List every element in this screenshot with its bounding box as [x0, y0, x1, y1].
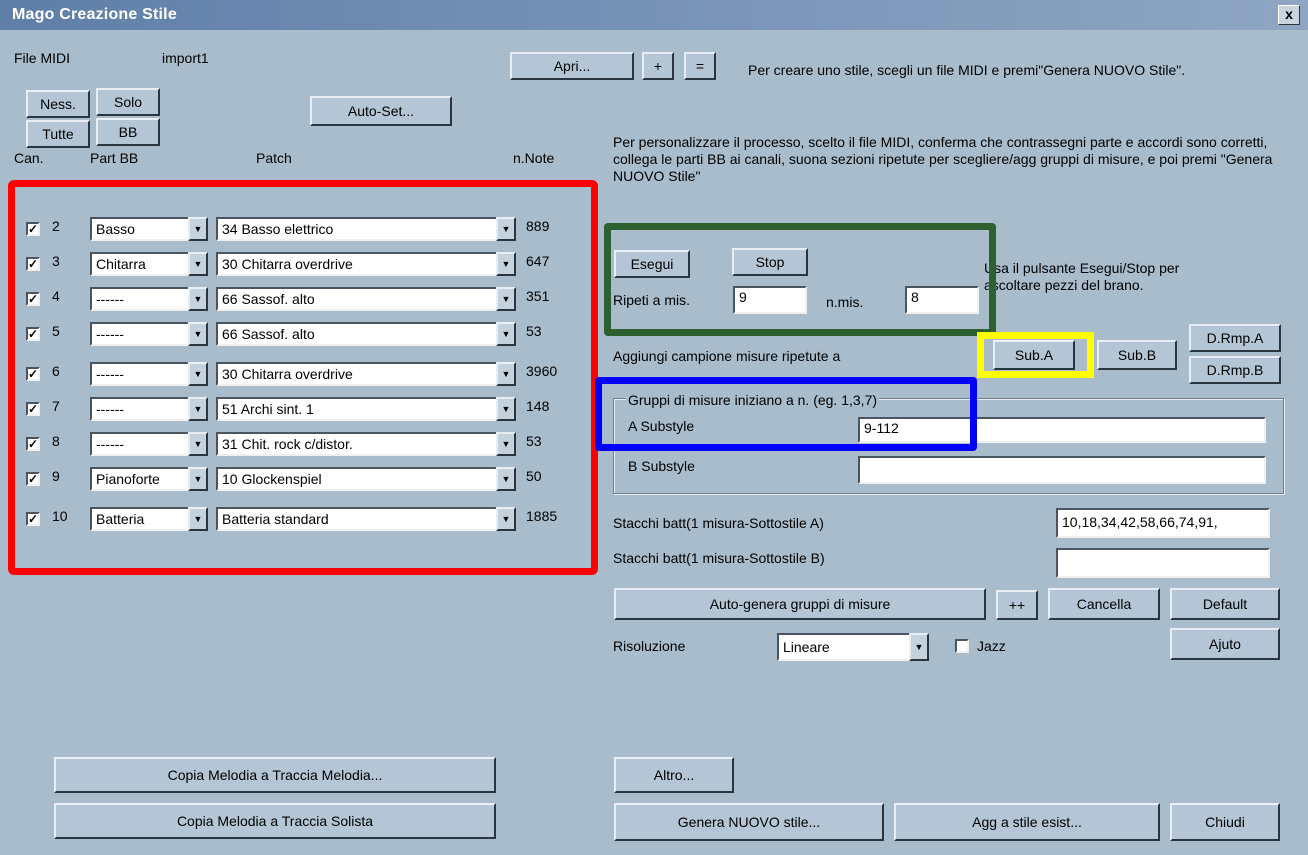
info-text: Per personalizzare il processo, scelto i…: [613, 134, 1273, 184]
playback-hint: Usa il pulsante Esegui/Stop per ascoltar…: [984, 260, 1180, 293]
select-solo-button[interactable]: Solo: [96, 88, 160, 116]
plusplus-button[interactable]: ++: [996, 590, 1038, 620]
default-button[interactable]: Default: [1170, 588, 1280, 620]
highlight-sub-a-box: [977, 332, 1094, 378]
close-button[interactable]: Chiudi: [1170, 803, 1280, 841]
file-midi-label: File MIDI: [14, 50, 70, 66]
sub-b-button[interactable]: Sub.B: [1097, 340, 1177, 370]
column-header-channel: Can.: [14, 150, 44, 166]
close-icon[interactable]: x: [1278, 5, 1300, 25]
auto-generate-groups-button[interactable]: Auto-genera gruppi di misure: [614, 588, 986, 620]
other-button[interactable]: Altro...: [614, 757, 734, 793]
copy-melody-button[interactable]: Copia Melodia a Traccia Melodia...: [54, 757, 496, 793]
drum-breaks-a-input[interactable]: 10,18,34,42,58,66,74,91,: [1056, 508, 1270, 538]
select-bb-button[interactable]: BB: [96, 118, 160, 146]
drum-ramp-b-button[interactable]: D.Rmp.B: [1189, 356, 1281, 384]
chevron-down-icon: ▼: [909, 633, 929, 661]
drum-breaks-b-label: Stacchi batt(1 misura-Sottostile B): [613, 550, 825, 566]
plus-button[interactable]: +: [642, 52, 674, 80]
drum-breaks-b-input[interactable]: [1056, 548, 1270, 578]
auto-set-button[interactable]: Auto-Set...: [310, 96, 452, 126]
file-name: import1: [162, 50, 209, 66]
equal-button[interactable]: =: [684, 52, 716, 80]
resolution-select[interactable]: Lineare ▼: [777, 633, 929, 661]
highlight-channels-box: [8, 180, 598, 575]
window-title-bar: Mago Creazione Stile: [0, 0, 1308, 30]
highlight-a-substyle-box: [595, 377, 977, 451]
add-sample-label: Aggiungi campione misure ripetute a: [613, 348, 841, 364]
help-button[interactable]: Ajuto: [1170, 628, 1280, 660]
resolution-label: Risoluzione: [613, 638, 686, 654]
column-header-patch: Patch: [256, 150, 292, 166]
select-none-button[interactable]: Ness.: [26, 90, 90, 118]
drum-breaks-a-label: Stacchi batt(1 misura-Sottostile A): [613, 515, 824, 531]
drum-ramp-a-button[interactable]: D.Rmp.A: [1189, 324, 1281, 352]
copy-solo-button[interactable]: Copia Melodia a Traccia Solista: [54, 803, 496, 839]
generate-new-style-button[interactable]: Genera NUOVO stile...: [614, 803, 884, 841]
highlight-playback-box: [604, 223, 996, 336]
column-header-notes: n.Note: [513, 150, 555, 166]
add-to-existing-style-button[interactable]: Agg a stile esist...: [894, 803, 1160, 841]
b-substyle-label: B Substyle: [628, 458, 695, 474]
cancel-button[interactable]: Cancella: [1048, 588, 1160, 620]
open-button[interactable]: Apri...: [510, 52, 634, 80]
column-header-part-bb: Part BB: [90, 150, 139, 166]
window-title: Mago Creazione Stile: [12, 6, 177, 23]
jazz-checkbox[interactable]: [955, 639, 969, 653]
select-all-button[interactable]: Tutte: [26, 120, 90, 148]
jazz-label: Jazz: [977, 638, 1006, 654]
b-substyle-input[interactable]: [858, 456, 1266, 484]
intro-text: Per creare uno stile, scegli un file MID…: [748, 62, 1186, 78]
